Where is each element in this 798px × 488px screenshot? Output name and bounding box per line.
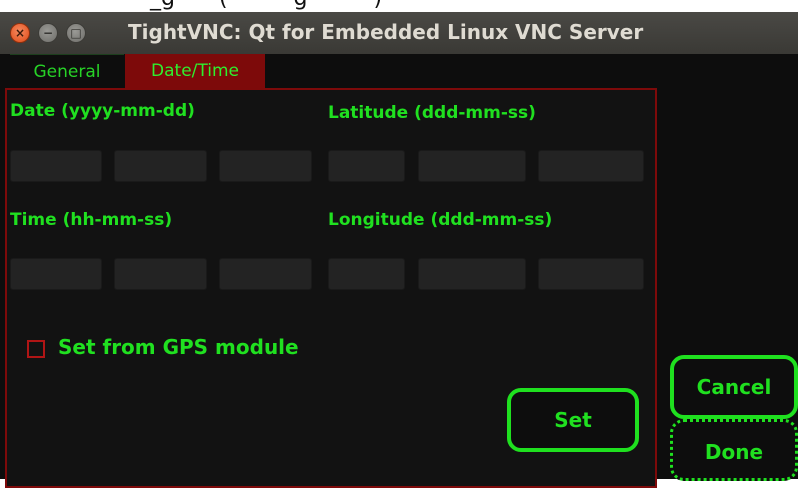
- gps-checkbox[interactable]: [27, 340, 45, 358]
- latitude-seconds-field[interactable]: [538, 150, 644, 182]
- gps-checkbox-label[interactable]: Set from GPS module: [58, 335, 299, 359]
- date-label: Date (yyyy-mm-dd): [10, 101, 195, 121]
- latitude-label: Latitude (ddd-mm-ss): [328, 103, 536, 123]
- window-maximize-button[interactable]: □: [66, 23, 86, 43]
- clipped-text: _g ( g ): [150, 0, 382, 11]
- window-close-button[interactable]: ×: [10, 23, 30, 43]
- tab-general[interactable]: General: [10, 54, 124, 88]
- time-seconds-field[interactable]: [219, 258, 312, 290]
- date-month-field[interactable]: [114, 150, 207, 182]
- date-day-field[interactable]: [219, 150, 312, 182]
- done-button[interactable]: Done: [670, 419, 798, 481]
- minimize-icon: −: [42, 26, 54, 40]
- clipped-top-strip: _g ( g ): [0, 0, 798, 12]
- tab-date-time[interactable]: Date/Time: [125, 54, 265, 88]
- window-title: TightVNC: Qt for Embedded Linux VNC Serv…: [128, 20, 644, 44]
- close-icon: ×: [14, 26, 26, 40]
- longitude-degrees-field[interactable]: [328, 258, 405, 290]
- set-button[interactable]: Set: [507, 388, 639, 452]
- maximize-icon: □: [70, 26, 82, 40]
- time-minutes-field[interactable]: [114, 258, 207, 290]
- longitude-label: Longitude (ddd-mm-ss): [328, 210, 553, 230]
- latitude-degrees-field[interactable]: [328, 150, 405, 182]
- window-titlebar[interactable]: × − □ TightVNC: Qt for Embedded Linux VN…: [0, 12, 798, 54]
- latitude-minutes-field[interactable]: [418, 150, 526, 182]
- time-hours-field[interactable]: [10, 258, 102, 290]
- date-year-field[interactable]: [10, 150, 102, 182]
- longitude-seconds-field[interactable]: [538, 258, 644, 290]
- window-minimize-button[interactable]: −: [38, 23, 58, 43]
- time-label: Time (hh-mm-ss): [10, 210, 173, 230]
- longitude-minutes-field[interactable]: [418, 258, 526, 290]
- cancel-button[interactable]: Cancel: [670, 355, 798, 419]
